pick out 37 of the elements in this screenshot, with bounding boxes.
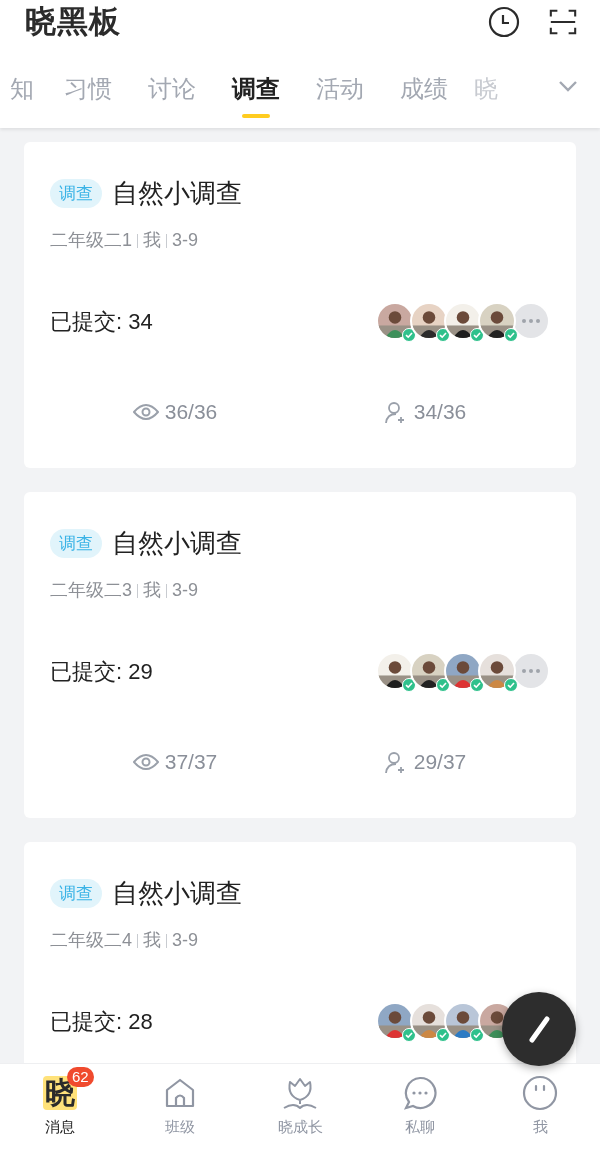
tab[interactable]: 活动 [298,72,382,118]
nav-tab[interactable]: 我 [480,1066,600,1143]
card-meta: 3-9 [172,579,199,602]
submitted-count: 已提交: 34 [50,307,153,336]
card-meta: 我 [143,229,161,252]
survey-title: 自然小调查 [112,527,242,560]
survey-card[interactable]: 调查 自然小调查 二年级二4 我 3-9 已提交: 28 [24,842,576,1063]
tab[interactable]: 晓 [466,72,522,118]
app-logo: 晓黑板 [25,2,121,41]
view-count: 37/37 [164,749,218,775]
nav-tab[interactable]: 晓成长 [240,1066,360,1143]
submitted-count: 已提交: 29 [50,657,153,686]
card-meta: 二年级二4 [50,929,132,952]
card-meta: 3-9 [172,929,199,952]
tab[interactable]: 调查 [214,72,298,118]
card-meta: 我 [143,929,161,952]
nav-tab[interactable]: 私聊 [360,1066,480,1143]
survey-tag: 调查 [50,528,102,559]
nav-tab[interactable]: 班级 [120,1066,240,1143]
card-meta: 二年级二1 [50,229,132,252]
survey-card[interactable]: 调查 自然小调查 二年级二3 我 3-9 已提交: 29 37/37 29/37 [24,492,576,818]
view-count: 36/36 [164,399,218,425]
tab[interactable]: 习惯 [46,72,130,118]
tab[interactable]: 讨论 [130,72,214,118]
card-meta: 我 [143,579,161,602]
tab[interactable]: 知 [0,72,46,118]
tab[interactable]: 成绩 [382,72,466,118]
survey-tag: 调查 [50,178,102,209]
survey-title: 自然小调查 [112,177,242,210]
survey-title: 自然小调查 [112,877,242,910]
survey-card[interactable]: 调查 自然小调查 二年级二1 我 3-9 已提交: 34 36/36 34/36 [24,142,576,468]
response-count: 29/37 [413,749,467,775]
response-count: 34/36 [413,399,467,425]
card-meta: 3-9 [172,229,199,252]
card-meta: 二年级二3 [50,579,132,602]
survey-tag: 调查 [50,878,102,909]
submitted-count: 已提交: 28 [50,1007,153,1036]
